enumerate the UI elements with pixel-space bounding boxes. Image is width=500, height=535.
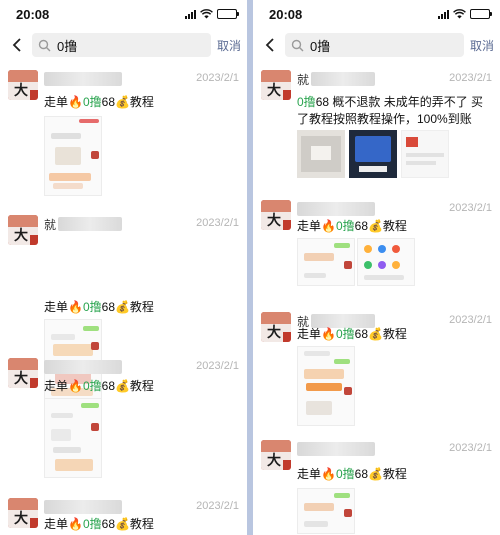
- search-query: 0撸: [310, 38, 331, 54]
- post-text: 走单🔥0撸68💰教程: [297, 327, 407, 341]
- post-date: 2023/2/1: [449, 442, 492, 454]
- moment-post[interactable]: 大 2023/2/1 走单🔥0撸68💰教程: [253, 192, 500, 302]
- right-search-screen: 20:08 0撸 取消 大 就 2023/2/1 0撸68 概不退款 未成年的弄…: [253, 0, 500, 535]
- post-text: 走单🔥0撸68💰教程: [44, 517, 154, 531]
- photo-thumbnail[interactable]: [401, 130, 449, 178]
- blurred-username: [44, 360, 122, 374]
- username-initial: 就: [44, 218, 57, 232]
- post-text: 走单🔥0撸68💰教程: [44, 95, 154, 109]
- back-icon[interactable]: [8, 33, 26, 57]
- cancel-button[interactable]: 取消: [470, 37, 494, 54]
- photo-thumbnail[interactable]: [297, 130, 345, 178]
- signal-icon: [438, 9, 449, 19]
- battery-icon: [217, 9, 239, 19]
- post-text: 0撸68 概不退款 未成年的弄不了 买了教程按照教程操作，100%到账: [297, 95, 484, 126]
- chat-screenshot-thumbnail[interactable]: [44, 116, 102, 196]
- blurred-username: [44, 500, 122, 514]
- back-icon[interactable]: [261, 33, 279, 57]
- chat-screenshot-thumbnail[interactable]: [297, 488, 355, 534]
- avatar[interactable]: 大: [8, 498, 38, 528]
- moment-post[interactable]: 大 2023/2/1 走单🔥0撸68💰教程: [253, 432, 500, 535]
- avatar[interactable]: 大: [261, 70, 291, 100]
- moment-post[interactable]: 大 2023/2/1 走单🔥0撸68💰教程: [0, 490, 247, 535]
- wifi-icon: [200, 9, 213, 19]
- post-text: 走单🔥0撸68💰教程: [44, 379, 154, 393]
- post-date: 2023/2/1: [196, 72, 239, 84]
- avatar[interactable]: 大: [261, 440, 291, 470]
- status-icons: [185, 9, 239, 19]
- cancel-button[interactable]: 取消: [217, 37, 241, 54]
- moment-post[interactable]: 大 就 2023/2/1 0撸68 概不退款 未成年的弄不了 买了教程按照教程操…: [253, 62, 500, 187]
- status-bar: 20:08: [0, 0, 247, 28]
- post-date: 2023/2/1: [196, 217, 239, 229]
- post-date: 2023/2/1: [449, 314, 492, 326]
- search-input[interactable]: 0撸: [285, 33, 464, 57]
- status-bar: 20:08: [253, 0, 500, 28]
- moment-post[interactable]: 大 2023/2/1 走单🔥0撸68💰教程: [0, 62, 247, 202]
- blurred-username: [297, 442, 375, 456]
- avatar[interactable]: 大: [8, 358, 38, 388]
- left-search-screen: 20:08 0撸 取消 大 2023/2/1 走单🔥0撸68💰教程 大 就 20…: [0, 0, 247, 535]
- username-initial: 就: [297, 73, 310, 87]
- post-date: 2023/2/1: [196, 360, 239, 372]
- post-text: 走单🔥0撸68💰教程: [297, 467, 407, 481]
- signal-icon: [185, 9, 196, 19]
- avatar[interactable]: 大: [261, 312, 291, 342]
- moment-post[interactable]: 大 2023/2/1 走单🔥0撸68💰教程: [0, 350, 247, 490]
- blurred-username: [44, 72, 122, 86]
- search-input[interactable]: 0撸: [32, 33, 211, 57]
- app-screenshot-thumbnail[interactable]: [357, 238, 415, 286]
- search-query: 0撸: [57, 38, 78, 54]
- post-date: 2023/2/1: [449, 202, 492, 214]
- chat-screenshot-thumbnail[interactable]: [297, 346, 355, 426]
- blurred-username: [311, 72, 375, 86]
- moment-post[interactable]: 大 就 2023/2/1 走单🔥0撸68💰教程: [253, 304, 500, 426]
- avatar[interactable]: 大: [8, 70, 38, 100]
- moment-post[interactable]: 大 就 2023/2/1 走单🔥0撸68💰教程: [0, 207, 247, 399]
- avatar[interactable]: 大: [261, 200, 291, 230]
- search-bar: 0撸 取消: [253, 28, 500, 62]
- blurred-username: [297, 202, 375, 216]
- post-text: 走单🔥0撸68💰教程: [44, 300, 154, 314]
- search-icon: [291, 38, 305, 52]
- post-date: 2023/2/1: [449, 72, 492, 84]
- wifi-icon: [453, 9, 466, 19]
- photo-thumbnail[interactable]: [349, 130, 397, 178]
- search-icon: [38, 38, 52, 52]
- avatar[interactable]: 大: [8, 215, 38, 245]
- status-time: 20:08: [269, 6, 303, 22]
- chat-screenshot-thumbnail[interactable]: [297, 238, 355, 286]
- status-time: 20:08: [16, 6, 50, 22]
- chat-screenshot-thumbnail[interactable]: [44, 398, 102, 478]
- post-text: 走单🔥0撸68💰教程: [297, 219, 407, 233]
- battery-icon: [470, 9, 492, 19]
- search-bar: 0撸 取消: [0, 28, 247, 62]
- blurred-username: [58, 217, 122, 231]
- post-date: 2023/2/1: [196, 500, 239, 512]
- status-icons: [438, 9, 492, 19]
